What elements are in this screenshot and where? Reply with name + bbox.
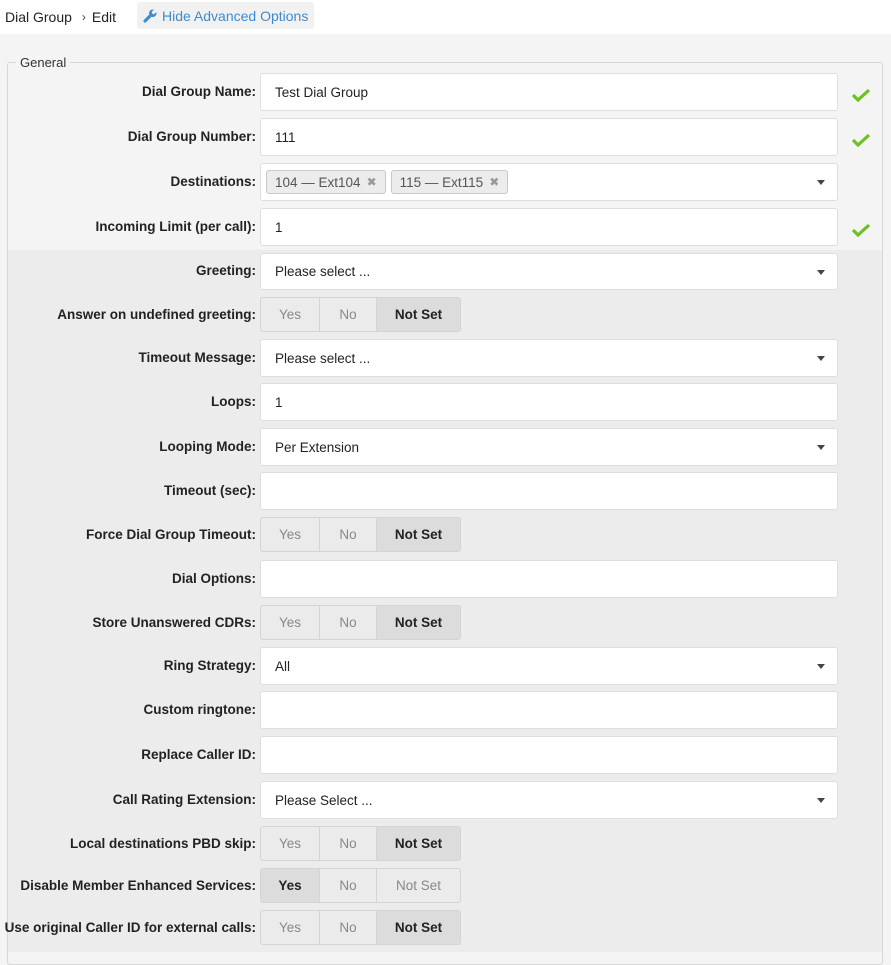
force-timeout-label: Force Dial Group Timeout: xyxy=(85,527,256,542)
toggle-no[interactable]: No xyxy=(320,518,377,551)
destinations-multiselect[interactable]: 104 — Ext104 ✖ 115 — Ext115 ✖ xyxy=(260,163,838,201)
timeout-message-select[interactable]: Please select ... xyxy=(260,339,838,377)
custom-ringtone-label: Custom ringtone: xyxy=(143,702,257,717)
custom-ringtone-input[interactable] xyxy=(260,691,838,729)
incoming-limit-input[interactable]: 1 xyxy=(260,208,838,246)
top-bar xyxy=(0,0,891,34)
toggle-not-set[interactable]: Not Set xyxy=(377,518,460,551)
valid-check-icon xyxy=(852,223,870,237)
toggle-not-set[interactable]: Not Set xyxy=(377,827,460,860)
hide-advanced-options-button[interactable]: Hide Advanced Options xyxy=(137,2,315,29)
toggle-no[interactable]: No xyxy=(320,298,377,331)
toggle-yes[interactable]: Yes xyxy=(261,298,320,331)
breadcrumb: Dial Group › Edit xyxy=(0,0,130,34)
dial-group-name-label: Dial Group Name: xyxy=(141,84,256,99)
valid-check-icon xyxy=(852,88,870,102)
dial-group-name-input[interactable]: Test Dial Group xyxy=(260,73,838,111)
ring-strategy-label: Ring Strategy: xyxy=(163,658,256,673)
chevron-down-icon xyxy=(817,356,825,361)
toggle-yes[interactable]: Yes xyxy=(261,869,320,902)
breadcrumb-root[interactable]: Dial Group xyxy=(5,9,72,25)
call-rating-label: Call Rating Extension: xyxy=(112,792,256,807)
breadcrumb-current: Edit xyxy=(91,9,117,25)
disable-enhanced-toggle: Yes No Not Set xyxy=(260,868,461,903)
remove-tag-icon[interactable]: ✖ xyxy=(489,175,499,189)
general-legend: General xyxy=(20,55,67,70)
timeout-sec-input[interactable] xyxy=(260,472,838,510)
chevron-down-icon xyxy=(817,445,825,450)
dial-group-number-input[interactable]: 111 xyxy=(260,118,838,156)
toggle-yes[interactable]: Yes xyxy=(261,606,320,639)
loops-input[interactable]: 1 xyxy=(260,383,838,421)
answer-undefined-toggle: Yes No Not Set xyxy=(260,297,461,332)
toggle-no[interactable]: No xyxy=(320,869,377,902)
destinations-label: Destinations: xyxy=(170,174,256,189)
dial-options-input[interactable] xyxy=(260,560,838,598)
breadcrumb-separator: › xyxy=(81,10,86,24)
toggle-no[interactable]: No xyxy=(320,827,377,860)
remove-tag-icon[interactable]: ✖ xyxy=(367,175,377,189)
wrench-icon xyxy=(143,9,157,23)
answer-undefined-label: Answer on undefined greeting: xyxy=(57,307,256,322)
dial-options-label: Dial Options: xyxy=(172,571,256,586)
ring-strategy-select[interactable]: All xyxy=(260,647,838,685)
dial-group-number-label: Dial Group Number: xyxy=(127,129,256,144)
local-pbd-skip-toggle: Yes No Not Set xyxy=(260,826,461,861)
toggle-not-set[interactable]: Not Set xyxy=(377,911,460,944)
replace-callerid-label: Replace Caller ID: xyxy=(141,747,256,762)
greeting-label: Greeting: xyxy=(195,263,256,278)
incoming-limit-label: Incoming Limit (per call): xyxy=(95,219,256,234)
toggle-no[interactable]: No xyxy=(320,911,377,944)
chevron-down-icon xyxy=(817,270,825,275)
destination-tag: 104 — Ext104 ✖ xyxy=(266,170,386,194)
toggle-yes[interactable]: Yes xyxy=(261,518,320,551)
original-callerid-label: Use original Caller ID for external call… xyxy=(4,920,256,935)
looping-mode-select[interactable]: Per Extension xyxy=(260,428,838,466)
destination-tag: 115 — Ext115 ✖ xyxy=(390,170,509,194)
force-timeout-toggle: Yes No Not Set xyxy=(260,517,461,552)
local-pbd-skip-label: Local destinations PBD skip: xyxy=(69,836,256,851)
disable-enhanced-label: Disable Member Enhanced Services: xyxy=(20,878,256,893)
toggle-yes[interactable]: Yes xyxy=(261,827,320,860)
timeout-sec-label: Timeout (sec): xyxy=(163,483,256,498)
looping-mode-label: Looping Mode: xyxy=(159,439,256,454)
store-unanswered-label: Store Unanswered CDRs: xyxy=(92,615,256,630)
chevron-down-icon[interactable] xyxy=(817,180,825,185)
loops-label: Loops: xyxy=(211,394,256,409)
hide-advanced-options-label: Hide Advanced Options xyxy=(162,7,309,24)
toggle-no[interactable]: No xyxy=(320,606,377,639)
timeout-message-label: Timeout Message: xyxy=(138,350,256,365)
chevron-down-icon xyxy=(817,664,825,669)
toggle-not-set[interactable]: Not Set xyxy=(377,606,460,639)
greeting-select[interactable]: Please select ... xyxy=(260,253,838,290)
store-unanswered-toggle: Yes No Not Set xyxy=(260,605,461,640)
toggle-not-set[interactable]: Not Set xyxy=(377,298,460,331)
valid-check-icon xyxy=(852,133,870,147)
original-callerid-toggle: Yes No Not Set xyxy=(260,910,461,945)
toggle-yes[interactable]: Yes xyxy=(261,911,320,944)
replace-callerid-input[interactable] xyxy=(260,736,838,774)
call-rating-select[interactable]: Please Select ... xyxy=(260,781,838,819)
chevron-down-icon xyxy=(817,798,825,803)
toggle-not-set[interactable]: Not Set xyxy=(377,869,460,902)
